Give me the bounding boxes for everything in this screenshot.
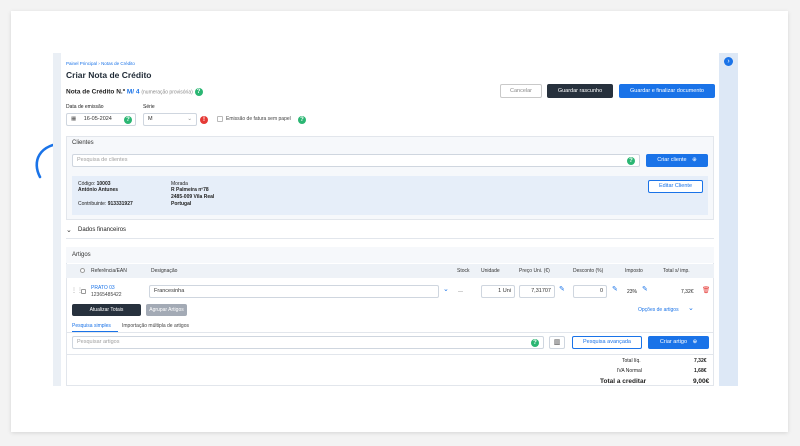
article-stock: — [458,289,463,295]
series-select[interactable]: M ⌄ [143,113,197,126]
col-discount: Desconto (%) [573,268,604,274]
doc-number-label: Nota de Crédito N.º [66,88,126,96]
discount-value: 0 [599,288,603,294]
total-liquid-value: 7,32€ [694,358,707,364]
client-search-placeholder: Pesquisa de clientes [77,157,128,163]
client-taxid-label: Contribuinte: [78,201,107,207]
client-taxid: Contribuinte: 913331927 [78,201,133,207]
col-total: Total s/ imp. [663,268,690,274]
article-options-link[interactable]: Opções de artigos [638,307,679,313]
delete-row-trash-icon[interactable]: 🗑 [702,286,710,294]
tab-simple-search[interactable]: Pesquisa simples [72,323,111,329]
total-credit-value: 9,00€ [693,378,710,385]
chevron-down-icon: ⌄ [187,116,192,122]
total-liquid-label: Total líq. [622,358,641,364]
price-input[interactable]: 7,31707 [519,285,555,298]
breadcrumb: Painel Principal › Notas de Crédito [66,61,135,66]
select-all-radio[interactable] [80,268,85,273]
series-label: Série [143,104,155,110]
date-help-icon[interactable]: ? [124,115,132,124]
create-client-button[interactable]: Criar cliente ⊕ [646,154,708,167]
right-side-panel[interactable]: › [719,53,738,386]
totals-divider [66,354,714,355]
save-finalize-button[interactable]: Guardar e finalizar documento [619,84,715,98]
client-taxid-value: 913331927 [107,201,133,207]
add-circle-icon: ⊕ [692,157,697,163]
doc-series-number: M/ 4 [126,88,140,96]
article-ean: 12365485422 [91,292,122,298]
tab-multiple-import[interactable]: Importação múltipla de artigos [122,323,189,329]
doc-numbering-note: (numeração provisória) [141,89,193,96]
discount-input[interactable]: 0 [573,285,607,298]
breadcrumb-separator: › [98,61,100,66]
options-chevron-down-icon[interactable]: ⌄ [688,304,694,312]
calendar-icon: ▦ [71,116,77,122]
left-panel-border [53,53,61,386]
create-article-label: Criar artigo [659,339,688,345]
expand-row-icon[interactable]: ⌄ [443,285,449,293]
designation-value: Francesinha [154,288,185,294]
advanced-search-button[interactable]: Pesquisa avançada [572,336,642,349]
breadcrumb-current[interactable]: Notas de Crédito [101,61,135,66]
date-value: 16-05-2024 [83,116,112,122]
page-title: Criar Nota de Crédito [66,70,152,80]
add-article-circle-icon: ⊕ [692,339,698,345]
financial-toggle-icon[interactable]: ⌄ [66,226,72,234]
expand-panel-icon[interactable]: › [724,57,733,66]
col-designation: Designação [151,268,178,274]
vat-label: IVA Normal [617,368,642,374]
edit-client-button[interactable]: Editar Cliente [648,180,703,193]
group-articles-button[interactable]: Agrupar Artigos [146,304,187,316]
article-total: 7,32€ [681,289,694,295]
col-tax: Imposto [625,268,643,274]
client-address-line1: R Palmeira nº78 [171,187,209,193]
article-tax: 23% [627,289,638,295]
edit-price-pencil-icon[interactable]: ✎ [559,285,565,293]
row-checkbox[interactable] [81,289,86,294]
designation-input[interactable]: Francesinha [149,285,439,298]
articles-title: Artigos [72,252,91,258]
help-icon[interactable]: ? [194,88,203,96]
client-name: António Antunes [78,187,119,193]
client-search-input[interactable]: Pesquisa de clientes [72,154,640,167]
date-label: Data de emissão [66,104,104,110]
client-card [72,176,708,215]
paperless-label: Emissão de fatura sem papel [226,116,291,122]
col-stock: Stock [457,268,470,274]
edit-discount-pencil-icon[interactable]: ✎ [612,285,618,293]
articles-header-bar [66,247,714,263]
article-search-placeholder: Pesquisar artigos [77,339,120,345]
article-reference[interactable]: PRATO 03 [91,285,115,291]
barcode-scan-icon[interactable]: ▥ [549,336,565,349]
series-value: M [148,116,153,122]
unit-input[interactable]: 1 Uni [481,285,515,298]
update-totals-button[interactable]: Atualizar Totais [72,304,141,316]
breadcrumb-home[interactable]: Painel Principal [66,61,97,66]
clients-title: Clientes [72,140,94,146]
article-search-input[interactable]: Pesquisar artigos [72,336,544,349]
client-address-line3: Portugal [171,201,192,207]
total-credit-label: Total a creditar [600,378,647,385]
paperless-checkbox[interactable] [217,116,223,122]
series-warning-icon: ! [200,115,208,124]
create-article-button[interactable]: Criar artigo ⊕ [648,336,709,349]
edit-tax-pencil-icon[interactable]: ✎ [642,285,648,293]
vat-value: 1,68€ [694,368,707,374]
client-search-help-icon[interactable]: ? [627,156,635,165]
paperless-help-icon[interactable]: ? [298,115,306,124]
price-value: 7,31707 [531,288,551,294]
client-address-line2: 2485-009 Vila Real [171,194,215,200]
article-search-help-icon[interactable]: ? [531,338,539,347]
tabs-divider [66,332,714,333]
col-unit: Unidade [481,268,500,274]
financial-divider [66,238,714,239]
save-draft-button[interactable]: Guardar rascunho [547,84,613,98]
financial-title[interactable]: Dados financeiros [78,227,126,233]
cancel-button[interactable]: Cancelar [500,84,542,98]
unit-value: 1 Uni [498,288,511,294]
col-unit-price: Preço Uni. (€) [519,268,550,274]
document-number: Nota de Crédito N.º M/ 4 (numeração prov… [66,88,203,96]
create-client-label: Criar cliente [657,157,687,163]
col-reference: Referência/EAN [91,268,127,274]
